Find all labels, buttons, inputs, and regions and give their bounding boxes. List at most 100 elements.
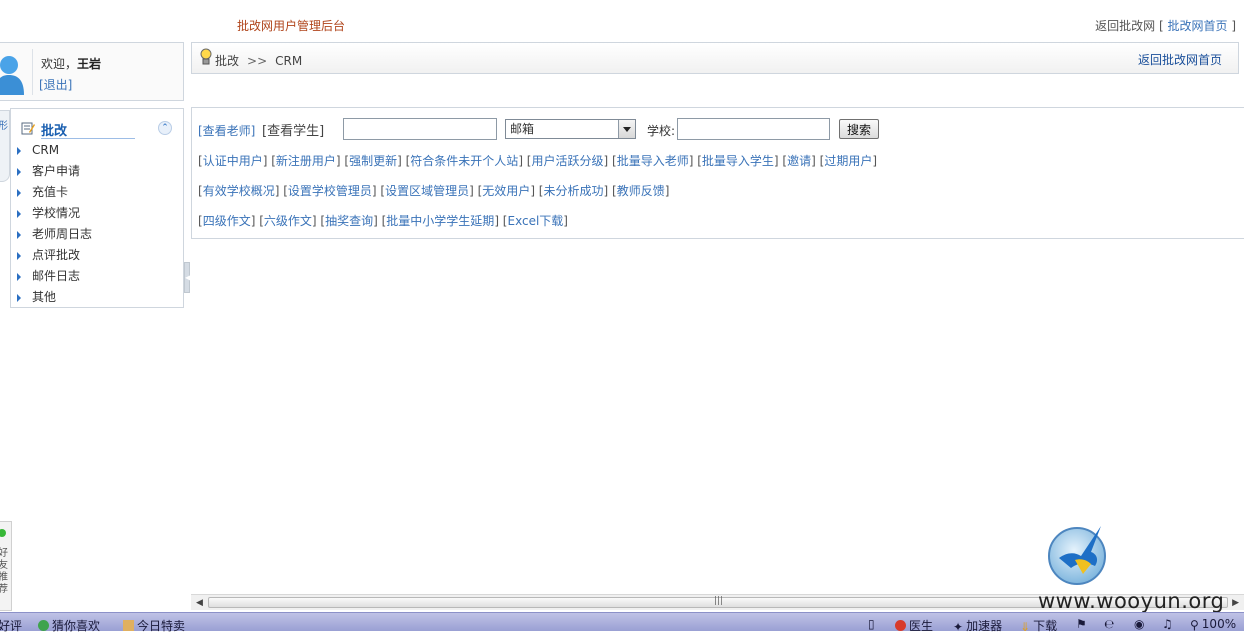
menu-item-school-status[interactable]: 学校情况 xyxy=(11,205,183,226)
keyword-input[interactable] xyxy=(343,118,497,140)
link-invite[interactable]: 邀请 xyxy=(787,154,811,168)
crm-panel: [查看老师] [查看学生] 邮箱 学校: 搜索 [认证中用户] [新注册用户] … xyxy=(191,107,1244,239)
link-teacher-feedback[interactable]: 教师反馈 xyxy=(617,184,665,198)
globe-icon xyxy=(38,620,49,631)
welcome-label: 欢迎， xyxy=(41,57,78,71)
back-suffix: ] xyxy=(1231,19,1236,33)
breadcrumb-current: CRM xyxy=(275,54,303,68)
home-link[interactable]: 批改网首页 xyxy=(1167,19,1227,33)
breadcrumb-root[interactable]: 批改 xyxy=(215,54,239,68)
menu-item-label: 学校情况 xyxy=(32,206,81,220)
menu-item-customer-apply[interactable]: 客户申请 xyxy=(11,163,183,184)
menu-list: CRM 客户申请 充值卡 学校情况 老师周日志 点评批改 邮件日志 其他 xyxy=(11,142,183,310)
link-excel-download[interactable]: Excel下载 xyxy=(508,214,564,228)
user-avatar-icon xyxy=(0,56,24,95)
menu-arrow-icon xyxy=(17,294,21,302)
collapse-up-icon[interactable]: ⌃ xyxy=(158,121,172,135)
menu-header[interactable]: 批改 ⌃ xyxy=(21,119,173,139)
ie-icon[interactable]: ℮ xyxy=(1104,617,1114,631)
menu-item-mail-log[interactable]: 邮件日志 xyxy=(11,268,183,289)
flag-icon[interactable]: ⚑ xyxy=(1076,617,1087,631)
link-cet6-essay[interactable]: 六级作文 xyxy=(264,214,312,228)
status-doctor[interactable]: 医生 xyxy=(895,617,933,634)
side-tab-label: 形 xyxy=(0,121,8,132)
link-analysis-failed[interactable]: 未分析成功 xyxy=(544,184,604,198)
menu-item-label: 邮件日志 xyxy=(32,269,81,283)
menu-arrow-icon xyxy=(17,273,21,281)
search-button[interactable]: 搜索 xyxy=(839,119,879,139)
menu-item-review-grading[interactable]: 点评批改 xyxy=(11,247,183,268)
menu-arrow-icon xyxy=(17,168,21,176)
user-name: 王岩 xyxy=(77,57,102,71)
school-label: 学校: xyxy=(647,124,676,138)
view-student-link[interactable]: [查看学生] xyxy=(262,120,324,139)
status-guess-like[interactable]: 猜你喜欢 xyxy=(38,617,100,634)
link-row-2: [有效学校概况] [设置学校管理员] [设置区域管理员] [无效用户] [未分析… xyxy=(198,184,670,198)
link-import-teachers[interactable]: 批量导入老师 xyxy=(617,154,689,168)
menu-item-label: 点评批改 xyxy=(32,248,81,262)
link-cet4-essay[interactable]: 四级作文 xyxy=(203,214,251,228)
menu-item-recharge-card[interactable]: 充值卡 xyxy=(11,184,183,205)
menu-arrow-icon xyxy=(17,210,21,218)
menu-item-other[interactable]: 其他 xyxy=(11,289,183,310)
status-download[interactable]: ⇓ 下载 xyxy=(1020,617,1057,634)
menu-arrow-icon xyxy=(17,252,21,260)
sidebar-toggle-handle[interactable]: ◀ xyxy=(184,262,191,293)
doctor-icon xyxy=(895,620,906,631)
link-set-school-admin[interactable]: 设置学校管理员 xyxy=(288,184,372,198)
link-valid-schools[interactable]: 有效学校概况 xyxy=(203,184,275,198)
breadcrumb-bar: 批改 >> CRM 返回批改网首页 xyxy=(191,42,1239,74)
left-menu: 批改 ⌃ CRM 客户申请 充值卡 学校情况 老师周日志 点评批改 邮件日志 其… xyxy=(10,108,184,308)
zoom-icon: ⚲ xyxy=(1190,618,1199,632)
welcome-box: 欢迎，王岩 [退出] xyxy=(0,42,184,101)
link-invalid-users[interactable]: 无效用户 xyxy=(482,184,530,198)
menu-arrow-icon xyxy=(17,189,21,197)
link-new-users[interactable]: 新注册用户 xyxy=(276,154,336,168)
page-icon[interactable]: ▯ xyxy=(868,617,875,631)
status-accelerator[interactable]: ✦ 加速器 xyxy=(953,617,1002,634)
link-certifying-users[interactable]: 认证中用户 xyxy=(203,154,263,168)
zoom-level: 100% xyxy=(1201,617,1237,631)
status-daily-deal[interactable]: 今日特卖 xyxy=(123,617,185,634)
menu-title-underline xyxy=(41,138,135,139)
link-set-region-admin[interactable]: 设置区域管理员 xyxy=(385,184,469,198)
scroll-left-icon[interactable]: ◀ xyxy=(196,598,203,608)
school-input[interactable] xyxy=(677,118,830,140)
chat-icon[interactable]: ◉ xyxy=(1134,617,1144,631)
status-rating[interactable]: 好评 xyxy=(0,617,22,634)
scroll-right-icon[interactable]: ▶ xyxy=(1232,598,1239,608)
link-force-update[interactable]: 强制更新 xyxy=(349,154,397,168)
link-expired-users[interactable]: 过期用户 xyxy=(824,154,872,168)
menu-item-label: CRM xyxy=(32,143,60,157)
top-right-nav: 返回批改网 [ 批改网首页 ] xyxy=(1095,17,1236,34)
side-tab-strip[interactable]: 形 xyxy=(0,110,10,182)
side-recommend-widget[interactable]: 好友推荐 xyxy=(0,521,12,611)
link-lottery-query[interactable]: 抽奖查询 xyxy=(325,214,373,228)
welcome-divider xyxy=(32,49,33,95)
search-row: [查看老师] [查看学生] 邮箱 学校: 搜索 xyxy=(198,118,898,140)
view-teacher-link[interactable]: [查看老师] xyxy=(198,122,255,139)
menu-item-label: 其他 xyxy=(32,290,57,304)
search-field-select[interactable]: 邮箱 xyxy=(505,119,636,139)
menu-title: 批改 xyxy=(41,124,68,139)
download-icon: ⇓ xyxy=(1020,620,1031,634)
browser-status-bar: 好评 猜你喜欢 今日特卖 ▯ 医生 ✦ 加速器 ⇓ 下载 ⚑ ℮ ◉ ♫ ⚲ 100% xyxy=(0,612,1244,634)
link-batch-student-extend[interactable]: 批量中小学学生延期 xyxy=(386,214,494,228)
zoom-control[interactable]: ⚲ 100% xyxy=(1190,617,1236,632)
breadcrumb: 批改 >> CRM xyxy=(215,52,302,69)
bird-logo-icon xyxy=(1048,526,1106,585)
link-eligible-no-site[interactable]: 符合条件未开个人站 xyxy=(410,154,518,168)
menu-item-label: 充值卡 xyxy=(32,185,69,199)
link-import-students[interactable]: 批量导入学生 xyxy=(702,154,774,168)
search-field-selected: 邮箱 xyxy=(510,122,535,136)
volume-icon[interactable]: ♫ xyxy=(1162,617,1173,631)
menu-item-crm[interactable]: CRM xyxy=(11,142,183,163)
chevron-down-icon[interactable] xyxy=(618,120,635,138)
menu-item-teacher-weekly-log[interactable]: 老师周日志 xyxy=(11,226,183,247)
online-dot-icon xyxy=(0,529,6,537)
back-prefix: 返回批改网 [ xyxy=(1095,19,1164,33)
back-home-link[interactable]: 返回批改网首页 xyxy=(1138,51,1222,68)
logout-link[interactable]: [退出] xyxy=(39,76,72,93)
welcome-text: 欢迎，王岩 xyxy=(41,55,101,72)
link-activity-level[interactable]: 用户活跃分级 xyxy=(532,154,604,168)
